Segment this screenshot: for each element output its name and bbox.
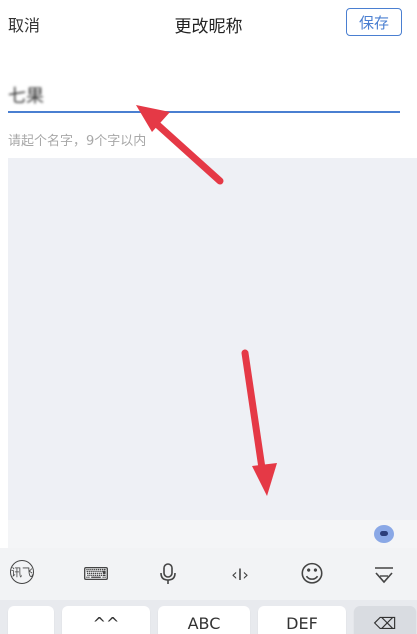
cursor-move-icon[interactable]: ‹I› <box>226 560 254 588</box>
keyboard-toolbar <box>0 548 417 600</box>
key-def[interactable]: DEF <box>258 606 346 634</box>
key-ghi[interactable]: ^^ <box>62 606 150 634</box>
handwriting-switch-icon[interactable]: 讯飞 <box>10 560 34 584</box>
rename-nickname-screen: 取消 更改昵称 保存 七果 请起个名字，9个字以内 讯飞 ⌨ ‹I› ☺ ^^ … <box>0 0 417 634</box>
collapse-keyboard-icon[interactable] <box>370 560 398 588</box>
nickname-input[interactable]: 七果 <box>8 80 400 113</box>
nickname-input-underline <box>8 111 400 113</box>
nickname-input-value[interactable]: 七果 <box>8 82 44 108</box>
content-area <box>8 158 417 520</box>
collapse-keyboard-glyph <box>375 567 393 584</box>
key-abc[interactable]: ABC <box>158 606 250 634</box>
microphone-icon[interactable] <box>154 560 182 588</box>
key-delete[interactable]: ⌫ <box>354 606 416 634</box>
keyboard-icon[interactable]: ⌨ <box>82 560 110 588</box>
emoji-icon[interactable]: ☺ <box>298 560 326 588</box>
assistant-avatar-icon[interactable] <box>374 525 394 543</box>
microphone-glyph <box>160 563 176 584</box>
save-button[interactable]: 保存 <box>346 8 402 36</box>
keyboard-suggestion-strip <box>8 520 417 548</box>
top-bar: 取消 更改昵称 保存 <box>0 0 417 48</box>
key-blank-left[interactable] <box>8 606 54 634</box>
nickname-hint: 请起个名字，9个字以内 <box>8 134 147 149</box>
